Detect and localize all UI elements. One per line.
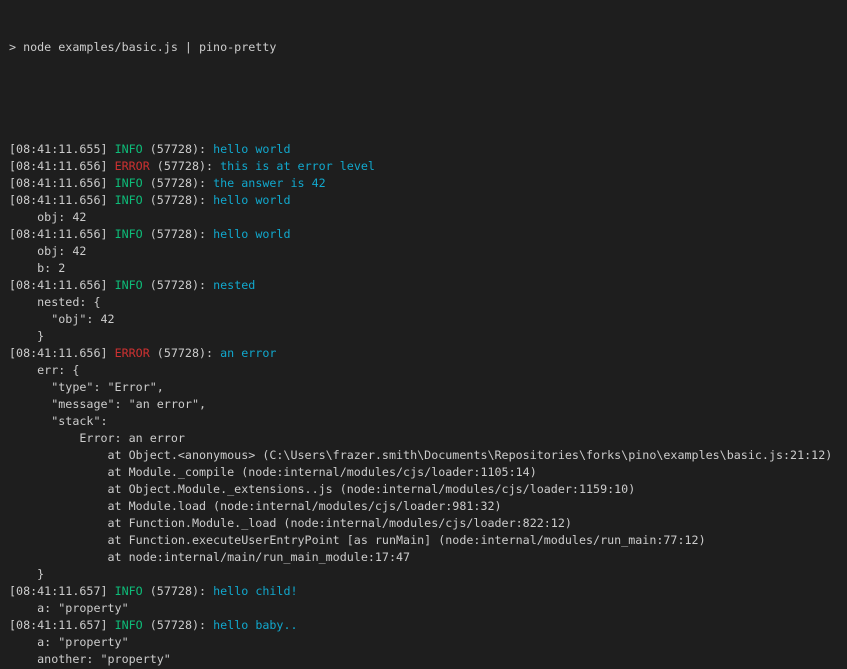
log-line: at Module.load (node:internal/modules/cj… [9, 498, 847, 515]
log-segment-default: [08:41:11.656] [9, 346, 115, 360]
log-segment-green: INFO [115, 176, 143, 190]
log-segment-red: ERROR [115, 346, 150, 360]
log-segment-cyan: this is at error level [220, 159, 375, 173]
log-segment-default: err: { [9, 363, 79, 377]
log-line: } [9, 328, 847, 345]
log-line: "obj": 42 [9, 311, 847, 328]
log-line: obj: 42 [9, 243, 847, 260]
log-line: [08:41:11.656] INFO (57728): hello world [9, 226, 847, 243]
log-line: "stack": [9, 413, 847, 430]
log-segment-default: a: "property" [9, 635, 129, 649]
log-segment-default: [08:41:11.656] [9, 193, 115, 207]
log-line: at Function.executeUserEntryPoint [as ru… [9, 532, 847, 549]
log-segment-default: another: "property" [9, 652, 171, 666]
log-segment-green: INFO [115, 618, 143, 632]
log-segment-default: [08:41:11.655] [9, 142, 115, 156]
log-segment-default: } [9, 567, 44, 581]
terminal[interactable]: > node examples/basic.js | pino-pretty [… [0, 0, 847, 669]
log-segment-default: at Function.Module._load (node:internal/… [9, 516, 572, 530]
log-segment-green: INFO [115, 142, 143, 156]
log-segment-red: ERROR [115, 159, 150, 173]
log-segment-default: Error: an error [9, 431, 185, 445]
log-line: at Object.Module._extensions..js (node:i… [9, 481, 847, 498]
log-line: obj: 42 [9, 209, 847, 226]
blank-line [9, 90, 847, 107]
log-segment-default: "message": "an error", [9, 397, 206, 411]
log-segment-default: (57728): [143, 193, 213, 207]
log-line: [08:41:11.656] ERROR (57728): an error [9, 345, 847, 362]
log-segment-cyan: hello world [213, 193, 290, 207]
log-segment-default: [08:41:11.656] [9, 159, 115, 173]
log-segment-default: (57728): [150, 159, 220, 173]
log-line: a: "property" [9, 600, 847, 617]
command-line: > node examples/basic.js | pino-pretty [9, 39, 847, 56]
log-segment-default: at node:internal/main/run_main_module:17… [9, 550, 410, 564]
log-segment-default: [08:41:11.656] [9, 227, 115, 241]
log-line: [08:41:11.657] INFO (57728): hello baby.… [9, 617, 847, 634]
log-segment-green: INFO [115, 584, 143, 598]
log-line: at Module._compile (node:internal/module… [9, 464, 847, 481]
log-segment-default: (57728): [143, 618, 213, 632]
log-line: at Object.<anonymous> (C:\Users\frazer.s… [9, 447, 847, 464]
log-segment-default: at Object.<anonymous> (C:\Users\frazer.s… [9, 448, 832, 462]
log-line: a: "property" [9, 634, 847, 651]
terminal-output: [08:41:11.655] INFO (57728): hello world… [9, 141, 847, 669]
log-segment-default: a: "property" [9, 601, 129, 615]
log-line: [08:41:11.656] INFO (57728): hello world [9, 192, 847, 209]
log-segment-default: "type": "Error", [9, 380, 164, 394]
log-line: nested: { [9, 294, 847, 311]
log-segment-default: "stack": [9, 414, 108, 428]
log-line: another: "property" [9, 651, 847, 668]
log-segment-default: at Function.executeUserEntryPoint [as ru… [9, 533, 706, 547]
log-segment-cyan: nested [213, 278, 255, 292]
log-line: [08:41:11.657] INFO (57728): hello child… [9, 583, 847, 600]
log-line: [08:41:11.655] INFO (57728): hello world [9, 141, 847, 158]
log-segment-default: "obj": 42 [9, 312, 115, 326]
log-segment-green: INFO [115, 278, 143, 292]
log-segment-cyan: an error [220, 346, 276, 360]
log-segment-cyan: hello world [213, 227, 290, 241]
log-segment-cyan: the answer is 42 [213, 176, 326, 190]
log-segment-default: nested: { [9, 295, 100, 309]
log-segment-default: } [9, 329, 44, 343]
log-line: "message": "an error", [9, 396, 847, 413]
log-segment-default: (57728): [143, 584, 213, 598]
log-line: } [9, 566, 847, 583]
log-line: "type": "Error", [9, 379, 847, 396]
log-segment-default: at Object.Module._extensions..js (node:i… [9, 482, 635, 496]
log-segment-default: at Module.load (node:internal/modules/cj… [9, 499, 502, 513]
log-segment-default: (57728): [143, 142, 213, 156]
log-line: Error: an error [9, 430, 847, 447]
log-segment-cyan: hello child! [213, 584, 297, 598]
log-segment-default: b: 2 [9, 261, 65, 275]
log-line: [08:41:11.656] INFO (57728): the answer … [9, 175, 847, 192]
log-segment-default: obj: 42 [9, 244, 86, 258]
log-line: err: { [9, 362, 847, 379]
log-segment-green: INFO [115, 193, 143, 207]
log-line: at Function.Module._load (node:internal/… [9, 515, 847, 532]
log-line: at node:internal/main/run_main_module:17… [9, 549, 847, 566]
log-segment-default: (57728): [143, 227, 213, 241]
log-segment-default: [08:41:11.657] [9, 618, 115, 632]
log-segment-green: INFO [115, 227, 143, 241]
log-segment-default: (57728): [143, 278, 213, 292]
log-segment-default: [08:41:11.656] [9, 278, 115, 292]
log-segment-default: (57728): [143, 176, 213, 190]
log-segment-default: at Module._compile (node:internal/module… [9, 465, 537, 479]
log-segment-default: [08:41:11.656] [9, 176, 115, 190]
log-line: [08:41:11.656] INFO (57728): nested [9, 277, 847, 294]
log-line: [08:41:11.656] ERROR (57728): this is at… [9, 158, 847, 175]
log-line: b: 2 [9, 260, 847, 277]
log-segment-default: (57728): [150, 346, 220, 360]
log-segment-cyan: hello world [213, 142, 290, 156]
log-segment-cyan: hello baby.. [213, 618, 297, 632]
log-segment-default: obj: 42 [9, 210, 86, 224]
log-segment-default: [08:41:11.657] [9, 584, 115, 598]
